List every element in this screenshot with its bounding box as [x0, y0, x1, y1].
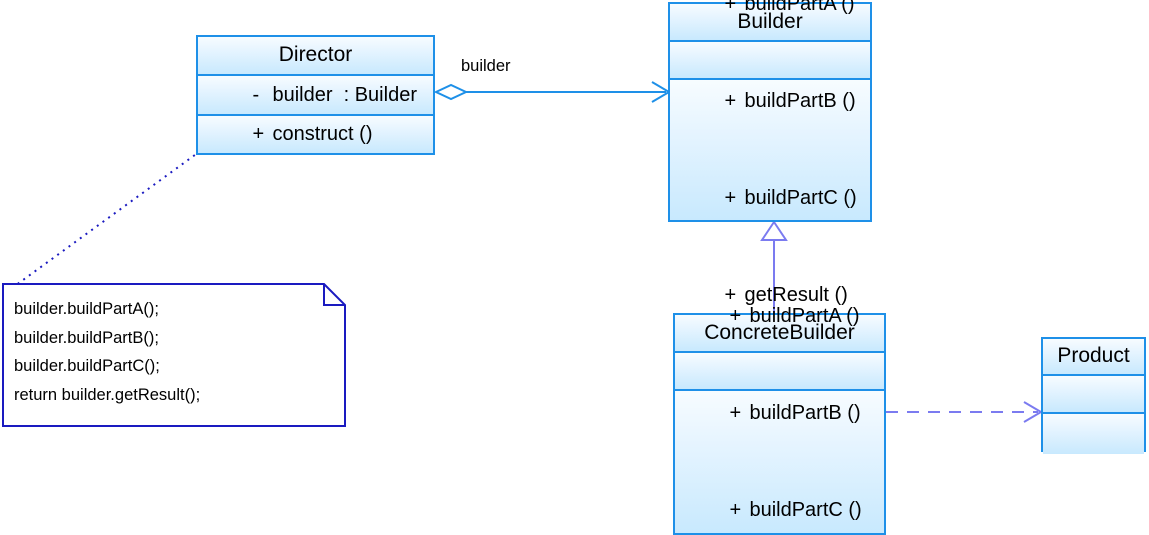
class-operations-director: + construct () [198, 116, 433, 153]
class-box-product[interactable]: Product [1041, 337, 1146, 454]
operation-row[interactable]: + construct () [198, 86, 433, 183]
note-text: builder.buildPartA(); builder.buildPartB… [14, 300, 201, 404]
visibility-marker: + [724, 89, 737, 112]
class-attributes-product [1043, 376, 1144, 414]
note-anchor-link [11, 151, 200, 289]
visibility-marker: + [729, 401, 742, 424]
operation-label: construct () [272, 123, 373, 146]
operation-label: buildPartA () [744, 0, 855, 15]
visibility-marker: + [729, 498, 742, 521]
operation-row[interactable]: + buildPartC () [670, 150, 870, 247]
visibility-marker: + [729, 304, 742, 327]
association-label-builder: builder [461, 57, 511, 75]
operation-row[interactable]: + buildPartC () [675, 462, 884, 535]
operation-label: buildPartB () [749, 401, 861, 424]
note-anchor-line [11, 151, 200, 289]
dependency-arrowhead [1023, 401, 1043, 423]
association-arrowhead [651, 81, 671, 103]
visibility-marker: + [252, 123, 265, 146]
note-box[interactable]: builder.buildPartA(); builder.buildPartB… [2, 283, 346, 427]
class-box-builder[interactable]: Builder + buildPartA () + buildPartB () + b… [668, 0, 872, 306]
uml-diagram-canvas: Builder : label "builder" --> Builder --… [0, 0, 1149, 535]
operation-label: buildPartA () [749, 304, 860, 327]
operation-row[interactable]: + buildPartB () [675, 364, 884, 461]
class-operations-concretebuilder: + buildPartA () + buildPartB () + buildPart… [675, 305, 884, 535]
operation-row[interactable]: + buildPartA () [670, 0, 870, 52]
class-title-product: Product [1043, 339, 1144, 376]
class-operations-product [1043, 414, 1144, 454]
dependency-concretebuilder-product[interactable] [886, 401, 1043, 423]
operation-label: buildPartB () [744, 89, 856, 112]
operation-label: buildPartC () [744, 186, 857, 209]
visibility-marker: + [724, 186, 737, 209]
class-operations-builder: + buildPartA () + buildPartB () + buildPart… [670, 0, 870, 306]
operation-row[interactable]: + buildPartB () [670, 52, 870, 149]
class-name-product: Product [1057, 344, 1130, 368]
aggregation-diamond [433, 83, 469, 101]
association-director-builder[interactable] [433, 81, 671, 103]
operation-row[interactable]: + buildPartA () [675, 267, 884, 364]
visibility-marker: + [724, 0, 737, 15]
class-box-director[interactable]: Director - builder : Builder + construct (… [196, 35, 435, 155]
class-box-concretebuilder[interactable]: ConcreteBuilder + buildPartA () + buildPar… [673, 305, 886, 535]
relationship-layer: Builder : label "builder" --> Builder --… [11, 81, 1043, 423]
operation-label: buildPartC () [749, 498, 862, 521]
